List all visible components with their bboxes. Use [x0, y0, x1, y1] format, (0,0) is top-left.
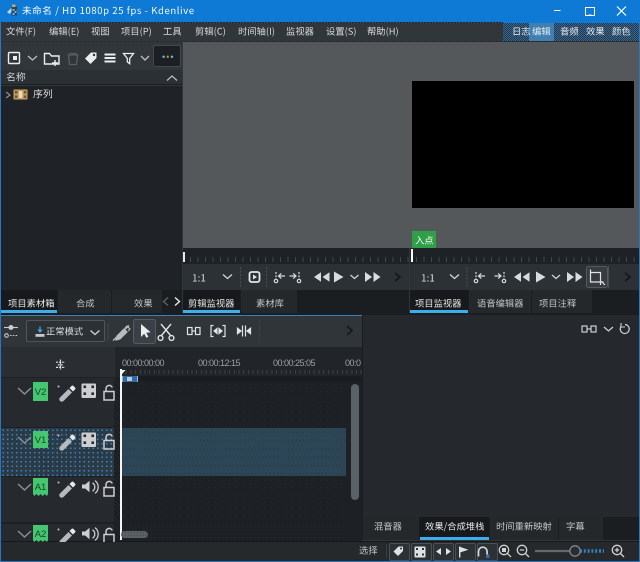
- svg-text:V2: V2: [35, 387, 47, 398]
- svg-text:A1: A1: [35, 482, 47, 493]
- svg-text:A2: A2: [35, 529, 47, 540]
- svg-text:V1: V1: [35, 435, 47, 446]
